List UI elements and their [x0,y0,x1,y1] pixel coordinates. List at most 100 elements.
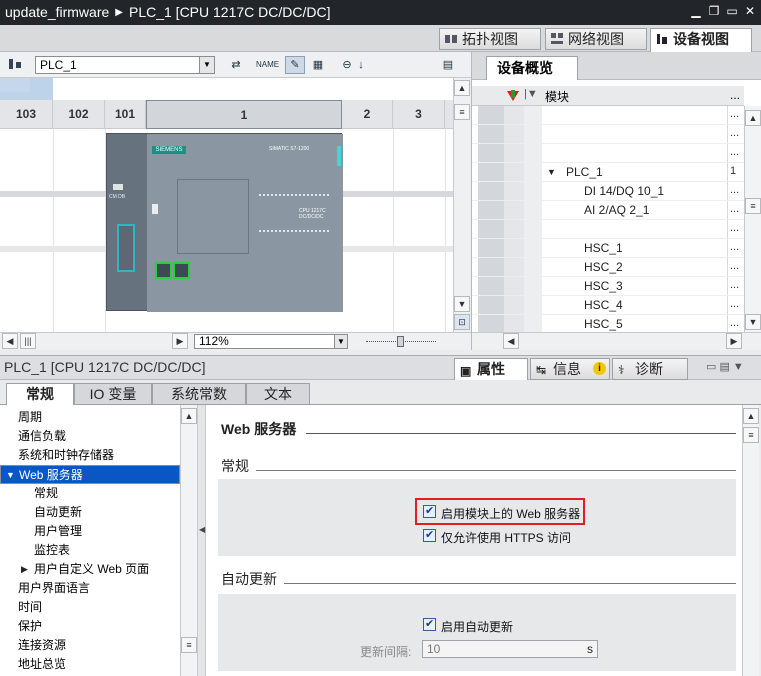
minimize-icon[interactable]: ▁ [689,4,703,18]
rename-icon[interactable]: NAME [255,56,279,74]
overview-row[interactable]: ... [472,106,744,125]
chevron-down-icon[interactable]: ▼ [334,335,347,348]
slot-103[interactable]: 103 [0,100,53,129]
subtab-io-tags[interactable]: IO 变量 [74,383,152,405]
tree-item-label: 常规 [34,486,59,500]
device-tree-icon[interactable] [5,56,25,74]
tree-item[interactable]: 地址总览 [0,655,180,674]
zoom-dropdown-icon[interactable]: ↓ [355,56,367,74]
grid-icon[interactable]: ▦ [308,56,328,74]
tab-properties[interactable]: ▣ 属性 [454,358,528,381]
tab-device-overview[interactable]: 设备概览 [486,56,578,80]
close-icon[interactable]: ✕ [743,4,757,18]
scroll-left-icon[interactable]: ◀ [503,333,519,349]
canvas-vscroll[interactable]: ▲ ≡ ▼ ⊡ [453,78,470,332]
tree-item[interactable]: 自动更新 [0,503,180,522]
tree-item[interactable]: ▶ 用户自定义 Web 页面 [0,560,180,579]
overview-row[interactable]: HSC_3... [472,277,744,296]
pointer-icon[interactable]: ✎ [285,56,305,74]
overview-row[interactable]: HSC_2... [472,258,744,277]
zoom-slider-thumb[interactable] [397,336,404,347]
tab-topology-view[interactable]: 拓扑视图 [439,28,541,50]
splitter[interactable]: ◀ [197,405,206,676]
slot-101[interactable]: 101 [105,100,146,129]
enable-auto-update-checkbox[interactable] [423,617,436,631]
overview-hscroll[interactable]: ◀ ▶ [472,332,761,350]
scroll-down-icon[interactable]: ▼ [454,296,470,312]
plc-module[interactable]: CM DB SIEMENS SIMATIC S7-1200 CPU 1217C … [106,133,343,312]
scroll-corner-icon[interactable]: ⊡ [454,314,470,330]
view-tabs: 拓扑视图 网络视图 设备视图 [0,25,761,52]
tree-item[interactable]: 保护 [0,617,180,636]
column-module[interactable]: 模块 [545,88,569,105]
scroll-up-icon[interactable]: ▲ [743,408,759,424]
expand-icon[interactable]: ▼ [6,466,15,485]
scroll-down-icon[interactable]: ▼ [745,314,761,330]
tree-item-label: 用户管理 [34,524,83,538]
scroll-menu-icon[interactable]: ≡ [454,104,470,120]
slot-3[interactable]: 3 [393,100,445,129]
tree-item[interactable]: 周期 [0,408,180,427]
slot-2[interactable]: 2 [342,100,393,129]
chevron-down-icon[interactable]: ▼ [199,57,214,73]
overview-row[interactable]: ... [472,220,744,239]
expand-icon[interactable]: ▶ [21,560,28,579]
https-only-checkbox[interactable] [423,528,436,542]
tab-info[interactable]: ↹ 信息 i [530,358,610,380]
overview-row[interactable]: HSC_4... [472,296,744,315]
rack-canvas[interactable]: 103 102 101 1 2 3 CM DB SIEMENS SIMATIC … [0,78,453,332]
device-select[interactable]: PLC_1 ▼ [35,56,215,74]
overview-toggle-icon[interactable]: ▤ [438,56,458,74]
tree-item[interactable]: 系统和时钟存储器 [0,446,180,465]
slot-1[interactable]: 1 [146,100,342,129]
subtab-system-constants[interactable]: 系统常数 [152,383,246,405]
overview-row[interactable]: AI 2/AQ 2_1... [472,201,744,220]
zoom-select[interactable]: 112% ▼ [194,334,348,349]
swap-icon[interactable]: ⇄ [226,56,246,74]
tree-item[interactable]: 监控表 [0,541,180,560]
restore-icon[interactable]: ❐ [707,4,721,18]
tree-vscroll[interactable]: ▲ ≡ [180,405,197,676]
zoom-icon[interactable]: ⊖ [337,56,357,74]
expand-icon[interactable]: ▼ [547,167,556,177]
overview-row[interactable]: DI 14/DQ 10_1... [472,182,744,201]
tree-item[interactable]: 常规 [0,484,180,503]
scroll-thumb[interactable]: ||| [20,333,36,349]
tree-item[interactable]: 连接资源 [0,636,180,655]
overview-row[interactable]: ... [472,144,744,163]
subtab-general[interactable]: 常规 [6,383,74,406]
column-more[interactable]: ... [730,88,740,102]
tab-network-view[interactable]: 网络视图 [545,28,647,50]
scroll-left-icon[interactable]: ◀ [2,333,18,349]
scroll-up-icon[interactable]: ▲ [181,408,197,424]
scroll-thumb[interactable]: ≡ [181,637,197,653]
scroll-up-icon[interactable]: ▲ [745,110,761,126]
scroll-right-icon[interactable]: ▶ [726,333,742,349]
scroll-right-icon[interactable]: ▶ [172,333,188,349]
tree-item[interactable]: ▼ Web 服务器 [0,465,180,484]
tree-item[interactable]: 用户管理 [0,522,180,541]
slot-102[interactable]: 102 [53,100,105,129]
float-icon[interactable]: ▭ [725,4,739,18]
scroll-up-icon[interactable]: ▲ [454,80,470,96]
scroll-thumb[interactable]: ≡ [743,427,759,443]
tab-device-view[interactable]: 设备视图 [650,28,752,52]
tab-diagnostics[interactable]: ⚕ 诊断 [612,358,688,380]
panel-controls[interactable]: ▭ ▤ ▼ [706,360,744,373]
overview-row[interactable]: ... [472,125,744,144]
update-interval-input[interactable]: 10 s [422,640,598,658]
row-value: ... [730,203,740,215]
enable-web-server-checkbox[interactable] [423,504,436,518]
canvas-hscroll[interactable]: ◀ ||| ▶ 112% ▼ [0,332,471,350]
overview-row[interactable]: ▼ PLC_1 1 [472,163,744,182]
update-interval-label: 更新间隔: [360,645,412,659]
tree-item[interactable]: 时间 [0,598,180,617]
content-vscroll[interactable]: ▲ ≡ [742,405,759,676]
subtab-texts[interactable]: 文本 [246,383,310,405]
overview-row[interactable]: HSC_1... [472,239,744,258]
scroll-thumb[interactable]: ≡ [745,198,761,214]
tree-item[interactable]: 用户界面语言 [0,579,180,598]
tree-item[interactable]: 通信负载 [0,427,180,446]
filter-icon[interactable] [505,89,521,103]
overview-vscroll[interactable]: ▲ ≡ ▼ [744,106,761,332]
